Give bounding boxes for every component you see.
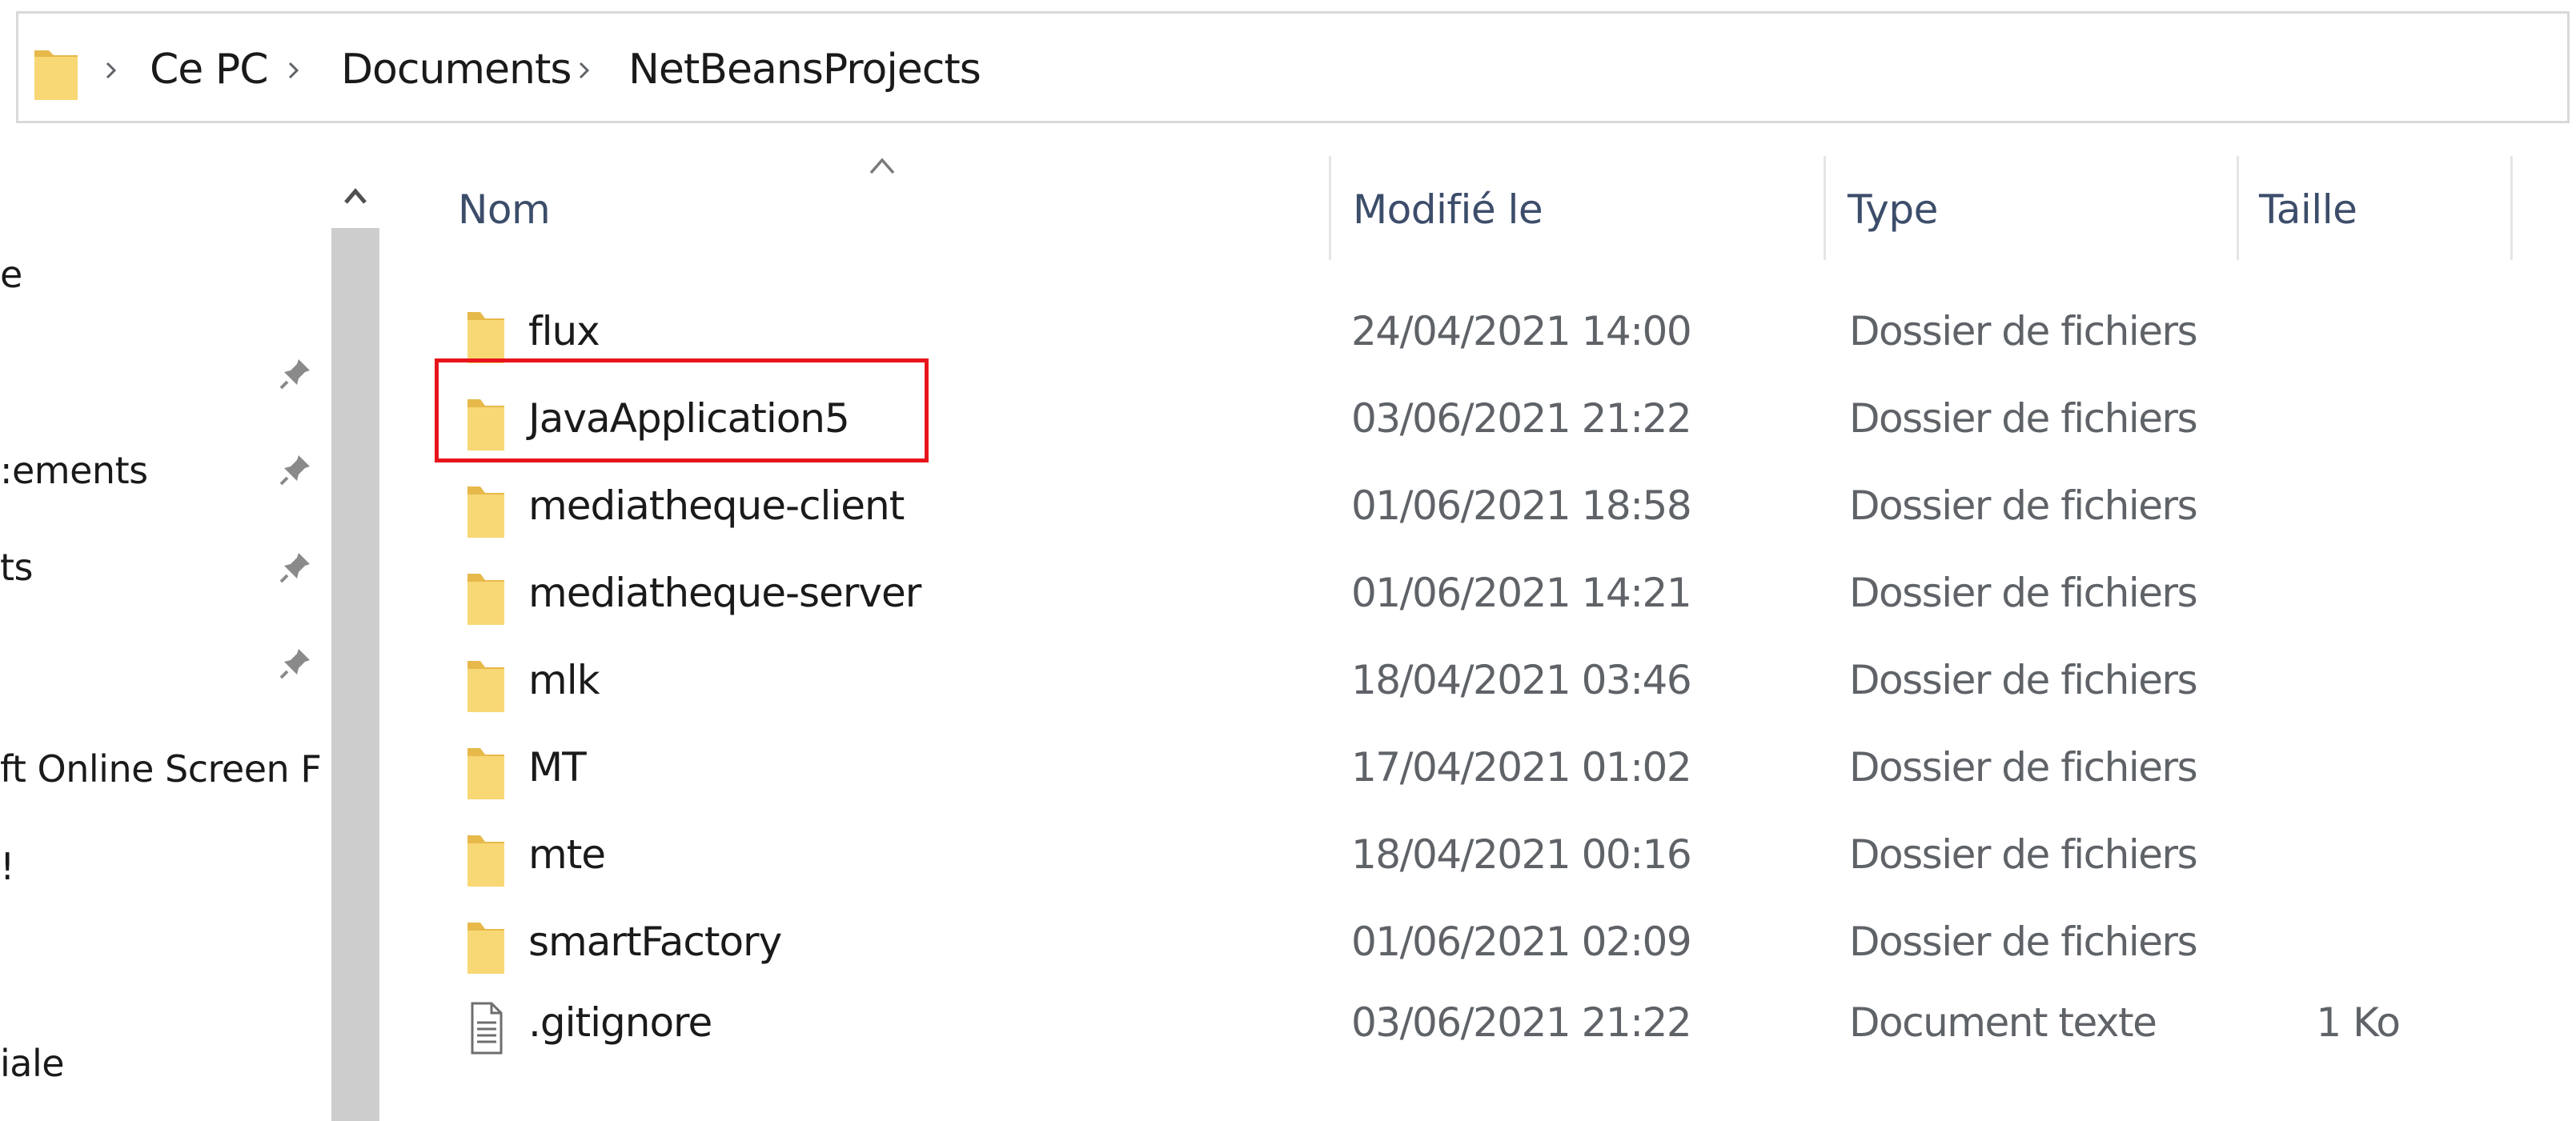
- file-modified: 01/06/2021 02:09: [1351, 919, 1692, 965]
- navigation-pane: e :ements ts ft Online Screen F ! iale: [0, 148, 328, 1121]
- file-row[interactable]: flux 24/04/2021 14:00 Dossier de fichier…: [448, 293, 2530, 370]
- pin-icon[interactable]: [276, 450, 315, 489]
- scroll-up-arrow-icon[interactable]: [330, 172, 381, 220]
- file-row[interactable]: JavaApplication5 03/06/2021 21:22 Dossie…: [448, 380, 2530, 457]
- scrollbar-thumb[interactable]: [331, 228, 379, 1121]
- column-divider[interactable]: [2237, 156, 2239, 260]
- folder-icon: [467, 574, 504, 625]
- folder-icon: [467, 486, 504, 538]
- file-name[interactable]: flux: [528, 306, 600, 357]
- file-row[interactable]: mediatheque-client 01/06/2021 18:58 Doss…: [448, 467, 2530, 544]
- folder-icon: [467, 835, 504, 887]
- column-divider[interactable]: [1329, 156, 1331, 260]
- nav-item[interactable]: :ements: [0, 448, 148, 493]
- file-modified: 17/04/2021 01:02: [1351, 744, 1692, 791]
- breadcrumb-item-netbeansprojects[interactable]: NetBeansProjects: [628, 46, 981, 94]
- file-type: Dossier de fichiers: [1849, 482, 2198, 529]
- column-header-type[interactable]: Type: [1848, 186, 1938, 234]
- file-type: Dossier de fichiers: [1849, 744, 2198, 791]
- file-explorer-window: Ce PC Documents NetBeansProjects e :emen…: [0, 0, 2576, 1121]
- file-modified: 03/06/2021 21:22: [1351, 395, 1692, 442]
- file-name[interactable]: smartFactory: [528, 916, 782, 967]
- column-divider[interactable]: [1824, 156, 1826, 260]
- file-name[interactable]: MT: [528, 742, 587, 793]
- column-header-size[interactable]: Taille: [2259, 186, 2357, 234]
- file-type: Dossier de fichiers: [1849, 657, 2198, 703]
- address-bar[interactable]: Ce PC Documents NetBeansProjects: [16, 11, 2570, 123]
- column-header-modified[interactable]: Modifié le: [1353, 186, 1543, 234]
- nav-item[interactable]: e: [0, 252, 22, 297]
- file-type: Dossier de fichiers: [1849, 919, 2198, 965]
- pin-icon[interactable]: [276, 548, 315, 587]
- text-file-icon: [471, 1002, 503, 1055]
- nav-scrollbar[interactable]: [330, 148, 381, 1121]
- folder-icon: [34, 50, 78, 100]
- file-size: 1 Ko: [2316, 999, 2401, 1046]
- file-modified: 24/04/2021 14:00: [1351, 308, 1692, 354]
- chevron-right-icon: [579, 62, 590, 79]
- file-type: Dossier de fichiers: [1849, 570, 2198, 616]
- file-row[interactable]: MT 17/04/2021 01:02 Dossier de fichiers: [448, 729, 2530, 806]
- file-row[interactable]: .gitignore 03/06/2021 21:22 Document tex…: [448, 984, 2530, 1061]
- folder-icon: [467, 312, 504, 363]
- file-modified: 18/04/2021 00:16: [1351, 831, 1692, 878]
- column-divider[interactable]: [2510, 156, 2513, 260]
- file-row[interactable]: mediatheque-server 01/06/2021 14:21 Doss…: [448, 554, 2530, 631]
- folder-icon: [467, 748, 504, 799]
- file-row[interactable]: mte 18/04/2021 00:16 Dossier de fichiers: [448, 816, 2530, 893]
- folder-icon: [467, 661, 504, 712]
- file-name[interactable]: JavaApplication5: [528, 393, 850, 444]
- nav-item[interactable]: iale: [0, 1041, 65, 1086]
- file-modified: 01/06/2021 18:58: [1351, 482, 1692, 529]
- file-row[interactable]: mlk 18/04/2021 03:46 Dossier de fichiers: [448, 642, 2530, 719]
- nav-item[interactable]: ft Online Screen F: [0, 747, 322, 791]
- file-name[interactable]: mte: [528, 829, 606, 880]
- chevron-right-icon: [106, 62, 117, 79]
- file-name[interactable]: mediatheque-client: [528, 480, 905, 531]
- file-type: Dossier de fichiers: [1849, 308, 2198, 354]
- folder-icon: [467, 923, 504, 974]
- file-name[interactable]: mediatheque-server: [528, 567, 921, 619]
- nav-item[interactable]: ts: [0, 545, 34, 590]
- file-type: Dossier de fichiers: [1849, 395, 2198, 442]
- file-row[interactable]: smartFactory 01/06/2021 02:09 Dossier de…: [448, 903, 2530, 980]
- file-type: Document texte: [1849, 999, 2157, 1046]
- file-modified: 18/04/2021 03:46: [1351, 657, 1692, 703]
- file-modified: 01/06/2021 14:21: [1351, 570, 1692, 616]
- sort-ascending-icon: [869, 158, 895, 174]
- nav-item[interactable]: !: [0, 844, 14, 889]
- file-name[interactable]: mlk: [528, 655, 600, 706]
- breadcrumb-item-documents[interactable]: Documents: [341, 46, 572, 94]
- pin-icon[interactable]: [276, 644, 315, 683]
- file-name[interactable]: .gitignore: [528, 997, 712, 1048]
- file-modified: 03/06/2021 21:22: [1351, 999, 1692, 1046]
- pin-icon[interactable]: [276, 354, 315, 393]
- breadcrumb-item-ce-pc[interactable]: Ce PC: [150, 46, 268, 94]
- file-type: Dossier de fichiers: [1849, 831, 2198, 878]
- chevron-right-icon: [288, 62, 299, 79]
- folder-icon: [467, 399, 504, 450]
- column-header-name[interactable]: Nom: [458, 186, 551, 234]
